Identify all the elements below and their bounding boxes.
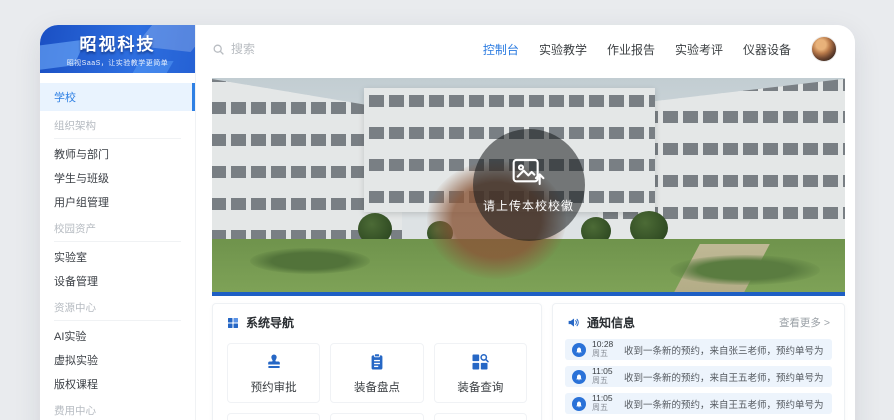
sidebar-section-org: 组织架构 bbox=[54, 118, 181, 139]
search-box[interactable] bbox=[212, 42, 381, 56]
notifications-panel: 通知信息 查看更多 > 10:28 周五 收到一条新的预约，来自张三老师，预约单… bbox=[552, 303, 845, 420]
grid-icon bbox=[227, 317, 239, 329]
system-nav-header: 系统导航 bbox=[213, 304, 541, 339]
notification-time: 11:05 周五 bbox=[592, 394, 618, 412]
tab-homework-reports[interactable]: 作业报告 bbox=[607, 41, 655, 58]
tab-experiment-assessment[interactable]: 实验考评 bbox=[675, 41, 723, 58]
user-avatar[interactable] bbox=[811, 36, 837, 62]
notification-time: 10:28 周五 bbox=[592, 340, 618, 358]
notification-text: 收到一条新的预约，来自张三老师，预约单号为：Y-0044，请尽快处理。 bbox=[624, 343, 825, 357]
nav-card-inventory[interactable]: 装备盘点 bbox=[330, 343, 423, 403]
notification-text: 收到一条新的预约，来自王五老师，预约单号为：Y-0056，请尽快处理。 bbox=[624, 397, 825, 411]
tab-experiment-teaching[interactable]: 实验教学 bbox=[539, 41, 587, 58]
image-upload-icon bbox=[510, 156, 548, 188]
grid-search-icon bbox=[470, 352, 490, 372]
sidebar-item-licensed-courses[interactable]: 版权课程 bbox=[40, 372, 195, 396]
notification-list: 10:28 周五 收到一条新的预约，来自张三老师，预约单号为：Y-0044，请尽… bbox=[553, 339, 844, 420]
view-more-link[interactable]: 查看更多 > bbox=[779, 315, 830, 330]
app-window: 昭视科技 昭视SaaS，让实验教学更简单 学校 组织架构 教师与部门 学生与班级… bbox=[40, 25, 855, 420]
sidebar-item-virtual-experiments[interactable]: 虚拟实验 bbox=[40, 348, 195, 372]
notifications-title: 通知信息 bbox=[587, 314, 635, 331]
notification-item[interactable]: 11:05 周五 收到一条新的预约，来自王五老师，预约单号为：Y-0056，请尽… bbox=[565, 393, 832, 414]
notification-item[interactable]: 11:05 周五 收到一条新的预约，来自王五老师，预约单号为：Y-0056，请尽… bbox=[565, 366, 832, 387]
sidebar-menu: 学校 组织架构 教师与部门 学生与班级 用户组管理 校园资产 实验室 设备管理 … bbox=[40, 73, 195, 420]
sidebar-section-campus-assets: 校园资产 bbox=[54, 221, 181, 242]
system-nav-panel: 系统导航 预约审批 bbox=[212, 303, 542, 420]
sidebar-item-students-classes[interactable]: 学生与班级 bbox=[40, 166, 195, 190]
campus-hero-banner: 请上传本校校徽 bbox=[212, 78, 845, 296]
sidebar-item-user-groups[interactable]: 用户组管理 bbox=[40, 190, 195, 214]
top-header: 控制台 实验教学 作业报告 实验考评 仪器设备 bbox=[196, 25, 855, 73]
clipboard-icon bbox=[367, 352, 387, 372]
search-input[interactable] bbox=[231, 42, 381, 56]
nav-card-approval[interactable]: 预约审批 bbox=[227, 343, 320, 403]
nav-card-partial[interactable] bbox=[434, 413, 527, 420]
search-icon bbox=[212, 43, 225, 56]
notification-text: 收到一条新的预约，来自王五老师，预约单号为：Y-0056，请尽快处理。 bbox=[624, 370, 825, 384]
notification-item[interactable]: 10:28 周五 收到一条新的预约，来自张三老师，预约单号为：Y-0044，请尽… bbox=[565, 339, 832, 360]
tab-dashboard[interactable]: 控制台 bbox=[483, 41, 519, 58]
nav-card-partial[interactable] bbox=[330, 413, 423, 420]
bell-icon bbox=[572, 397, 586, 411]
tab-instruments[interactable]: 仪器设备 bbox=[743, 41, 791, 58]
sidebar-item-teachers-depts[interactable]: 教师与部门 bbox=[40, 142, 195, 166]
notification-time: 11:05 周五 bbox=[592, 367, 618, 385]
speaker-icon bbox=[567, 316, 580, 329]
nav-card-label: 预约审批 bbox=[251, 379, 297, 395]
brand-logo: 昭视科技 昭视SaaS，让实验教学更简单 bbox=[40, 25, 195, 73]
sidebar: 昭视科技 昭视SaaS，让实验教学更简单 学校 组织架构 教师与部门 学生与班级… bbox=[40, 25, 196, 420]
nav-card-label: 装备盘点 bbox=[354, 379, 400, 395]
bell-icon bbox=[572, 370, 586, 384]
notifications-header: 通知信息 查看更多 > bbox=[553, 304, 844, 339]
nav-card-label: 装备查询 bbox=[457, 379, 503, 395]
sidebar-section-resources: 资源中心 bbox=[54, 300, 181, 321]
upload-school-badge-button[interactable]: 请上传本校校徽 bbox=[473, 129, 585, 241]
header-nav: 控制台 实验教学 作业报告 实验考评 仪器设备 bbox=[483, 36, 855, 62]
brand-title: 昭视科技 bbox=[80, 30, 156, 55]
nav-card-grid: 预约审批 装备盘点 bbox=[213, 339, 541, 420]
system-nav-title: 系统导航 bbox=[246, 314, 294, 331]
sidebar-item-labs[interactable]: 实验室 bbox=[40, 245, 195, 269]
upload-hint-label: 请上传本校校徽 bbox=[483, 197, 574, 214]
sidebar-section-billing: 费用中心 bbox=[54, 403, 181, 420]
nav-card-partial[interactable] bbox=[227, 413, 320, 420]
sidebar-item-device-mgmt[interactable]: 设备管理 bbox=[40, 269, 195, 293]
bell-icon bbox=[572, 343, 586, 357]
brand-tagline: 昭视SaaS，让实验教学更简单 bbox=[67, 58, 169, 68]
nav-card-equipment-search[interactable]: 装备查询 bbox=[434, 343, 527, 403]
sidebar-item-school[interactable]: 学校 bbox=[40, 83, 195, 111]
sidebar-item-ai-experiments[interactable]: AI实验 bbox=[40, 324, 195, 348]
stamp-icon bbox=[264, 352, 284, 372]
